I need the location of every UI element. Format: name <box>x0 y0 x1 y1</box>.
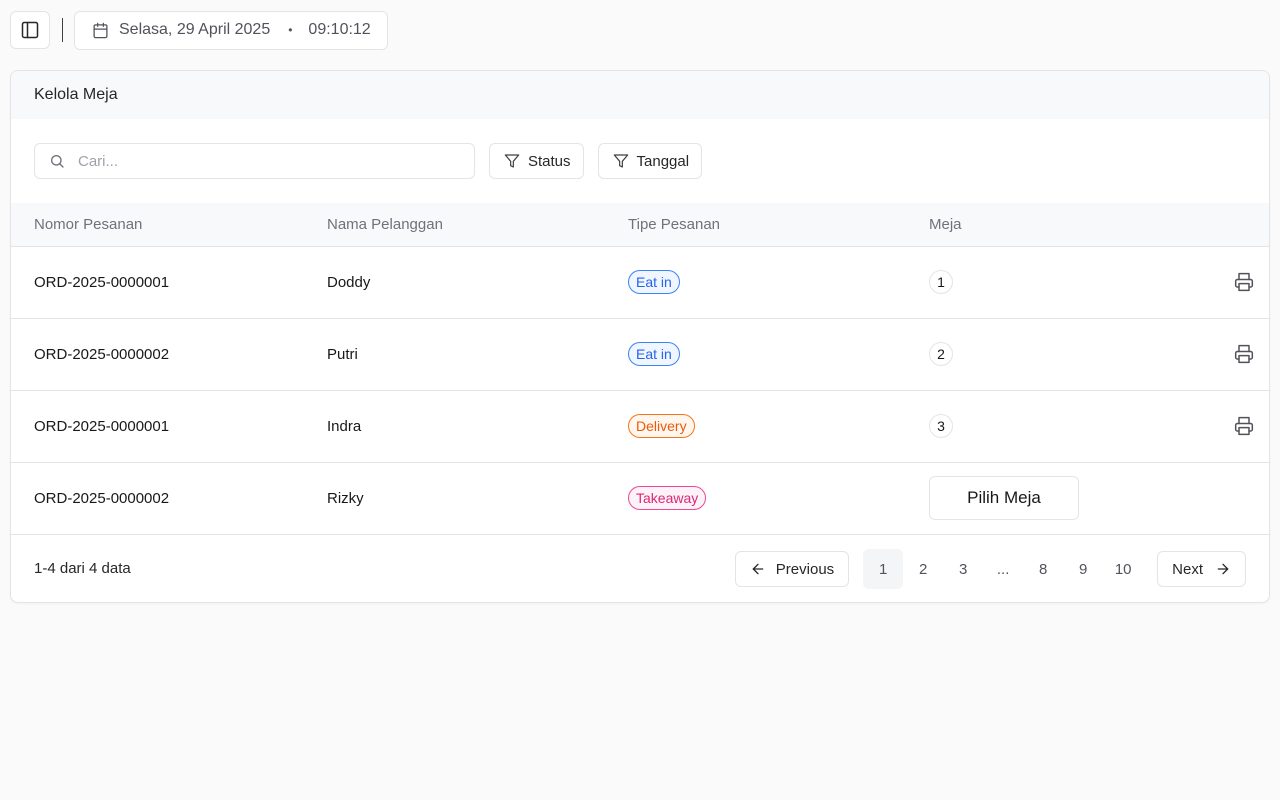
sidebar-toggle-button[interactable] <box>10 11 50 49</box>
customer-name-cell: Putri <box>327 345 358 363</box>
order-number-cell: ORD-2025-0000002 <box>34 345 170 363</box>
order-type-badge: Takeaway <box>628 486 707 511</box>
actions-cell <box>1199 318 1269 390</box>
column-header-customer-name[interactable]: Nama Pelanggan <box>327 203 628 246</box>
order-type-badge: Eat in <box>628 342 680 366</box>
actions-cell <box>1199 462 1269 534</box>
table-row[interactable]: ORD-2025-0000002 Rizky Takeaway Pilih Me… <box>11 462 1269 534</box>
card-header: Kelola Meja <box>11 71 1269 119</box>
printer-icon <box>1234 416 1254 436</box>
search-box[interactable] <box>34 143 475 179</box>
table-row[interactable]: ORD-2025-0000002 Putri Eat in 2 <box>11 318 1269 390</box>
print-button[interactable] <box>1199 344 1269 364</box>
time-text: 09:10:12 <box>308 21 371 38</box>
page-button-8[interactable]: 8 <box>1023 549 1063 589</box>
table-number-badge: 3 <box>929 414 953 438</box>
customer-name-cell: Indra <box>327 417 362 435</box>
table-number-badge: 2 <box>929 342 953 366</box>
order-type-cell: Eat in <box>628 318 929 390</box>
page-ellipsis: ... <box>996 560 1010 578</box>
customer-name-cell: Rizky <box>327 489 364 507</box>
date-time-separator: • <box>288 23 293 37</box>
divider <box>62 18 63 42</box>
page-button-2[interactable]: 2 <box>903 549 943 589</box>
column-header-order-number[interactable]: Nomor Pesanan <box>11 203 327 246</box>
table-header-row: Nomor Pesanan Nama Pelanggan Tipe Pesana… <box>11 203 1269 246</box>
date-filter-label: Tanggal <box>636 152 690 170</box>
column-header-order-type[interactable]: Tipe Pesanan <box>628 203 929 246</box>
table-row[interactable]: ORD-2025-0000001 Indra Delivery 3 <box>11 390 1269 462</box>
arrow-left-icon <box>750 561 766 577</box>
table-footer: 1-4 dari 4 data Previous 1 2 3 ... 8 9 1… <box>11 534 1269 602</box>
order-type-cell: Delivery <box>628 390 929 462</box>
arrow-right-icon <box>1215 561 1231 577</box>
table-number-cell: Pilih Meja <box>929 462 1199 534</box>
search-icon <box>49 153 65 169</box>
next-page-button[interactable]: Next <box>1157 551 1246 587</box>
column-header-actions <box>1199 203 1269 246</box>
panel-left-icon <box>20 20 40 40</box>
order-number-cell: ORD-2025-0000002 <box>34 489 170 507</box>
order-type-cell: Eat in <box>628 246 929 318</box>
page-button-9[interactable]: 9 <box>1063 549 1103 589</box>
pagination-info: 1-4 dari 4 data <box>34 560 131 577</box>
column-header-table[interactable]: Meja <box>929 203 1199 246</box>
top-bar: Selasa, 29 April 2025 • 09:10:12 <box>10 10 388 50</box>
table-row[interactable]: ORD-2025-0000001 Doddy Eat in 1 <box>11 246 1269 318</box>
status-filter-button[interactable]: Status <box>489 143 584 179</box>
previous-label: Previous <box>775 560 835 578</box>
print-button[interactable] <box>1199 272 1269 292</box>
table-number-cell: 1 <box>929 246 1199 318</box>
order-number-cell: ORD-2025-0000001 <box>34 273 170 291</box>
customer-name-cell: Doddy <box>327 273 371 291</box>
order-number-cell: ORD-2025-0000001 <box>34 417 170 435</box>
page-button-1[interactable]: 1 <box>863 549 904 589</box>
date-text: Selasa, 29 April 2025 <box>119 21 271 38</box>
print-button[interactable] <box>1199 416 1269 436</box>
order-type-badge: Eat in <box>628 270 680 294</box>
page-button-10[interactable]: 10 <box>1103 549 1143 589</box>
order-type-cell: Takeaway <box>628 462 929 534</box>
actions-cell <box>1199 390 1269 462</box>
filter-icon <box>613 153 629 169</box>
orders-table: Nomor Pesanan Nama Pelanggan Tipe Pesana… <box>11 203 1269 534</box>
toolbar: Status Tanggal <box>11 119 1269 203</box>
datetime-display: Selasa, 29 April 2025 • 09:10:12 <box>74 10 388 50</box>
printer-icon <box>1234 344 1254 364</box>
table-number-cell: 2 <box>929 318 1199 390</box>
calendar-icon <box>92 22 109 39</box>
pagination: Previous 1 2 3 ... 8 9 10 Next <box>734 549 1246 589</box>
next-label: Next <box>1172 560 1203 578</box>
filter-icon <box>504 153 520 169</box>
page-title: Kelola Meja <box>34 86 118 103</box>
table-number-cell: 3 <box>929 390 1199 462</box>
search-input[interactable] <box>78 152 438 170</box>
status-filter-label: Status <box>528 152 571 170</box>
printer-icon <box>1234 272 1254 292</box>
table-number-badge: 1 <box>929 270 953 294</box>
actions-cell <box>1199 246 1269 318</box>
previous-page-button[interactable]: Previous <box>734 551 850 587</box>
manage-tables-card: Kelola Meja Status Tanggal Nomor Pesanan <box>10 70 1270 603</box>
page-button-3[interactable]: 3 <box>943 549 983 589</box>
choose-table-button[interactable]: Pilih Meja <box>929 476 1079 521</box>
order-type-badge: Delivery <box>628 414 695 438</box>
date-filter-button[interactable]: Tanggal <box>597 143 703 179</box>
